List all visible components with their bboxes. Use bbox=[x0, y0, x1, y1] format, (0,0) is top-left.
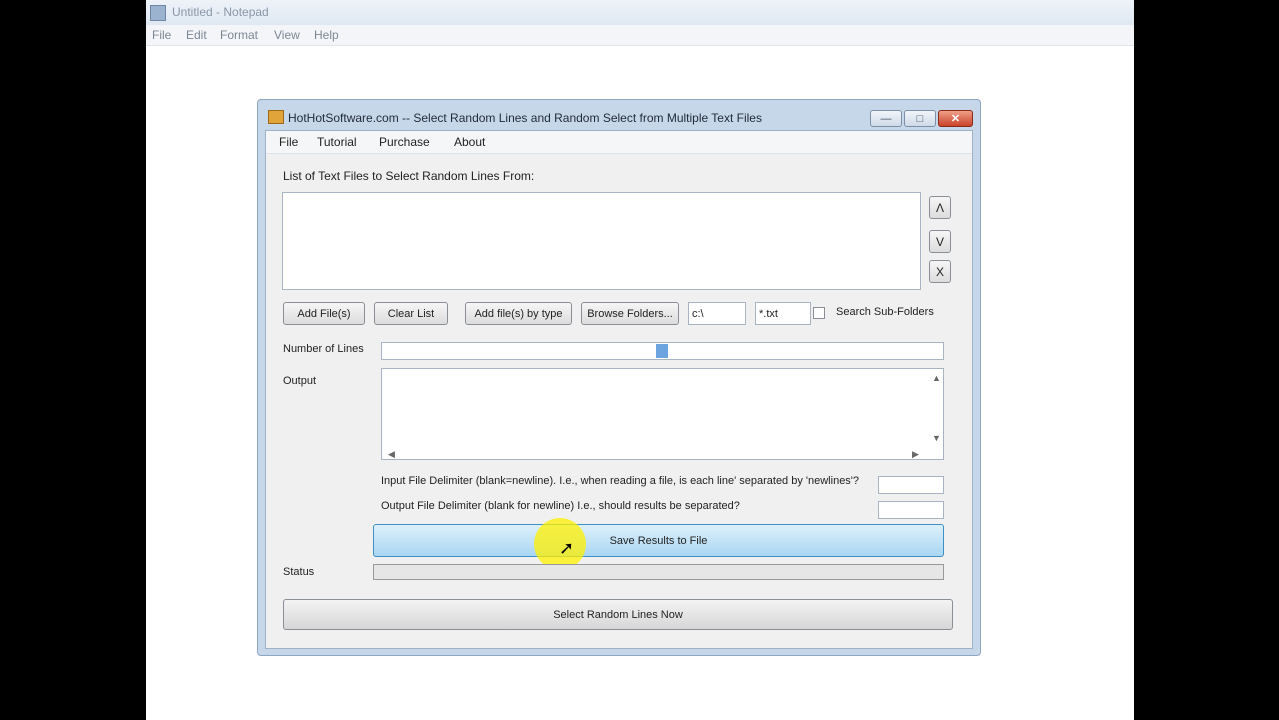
chevron-down-icon: V bbox=[935, 234, 944, 249]
notepad-title-bar: Untitled - Notepad bbox=[146, 0, 1134, 26]
notepad-menu-bar: File Edit Format View Help bbox=[146, 25, 1134, 46]
notepad-title: Untitled - Notepad bbox=[172, 5, 269, 19]
text-selection-caret bbox=[656, 344, 668, 358]
scroll-left-icon[interactable]: ◀ bbox=[388, 449, 395, 460]
remove-file-button[interactable]: X bbox=[929, 260, 951, 283]
menu-purchase[interactable]: Purchase bbox=[379, 135, 430, 149]
number-of-lines-label: Number of Lines bbox=[283, 343, 364, 355]
output-textarea[interactable]: ▲ ▼ ◀ ▶ bbox=[381, 368, 944, 460]
notepad-menu-view[interactable]: View bbox=[274, 28, 300, 42]
dialog-title: HotHotSoftware.com -- Select Random Line… bbox=[288, 111, 762, 125]
close-button[interactable]: ✕ bbox=[938, 110, 973, 127]
add-files-button[interactable]: Add File(s) bbox=[283, 302, 365, 325]
status-progress-bar bbox=[373, 564, 944, 580]
menu-about[interactable]: About bbox=[454, 135, 485, 149]
scroll-right-icon[interactable]: ▶ bbox=[912, 449, 919, 460]
search-subfolders-label: Search Sub-Folders bbox=[836, 306, 934, 318]
output-delimiter-label: Output File Delimiter (blank for newline… bbox=[381, 500, 740, 512]
status-label: Status bbox=[283, 566, 315, 578]
minimize-button[interactable]: — bbox=[870, 110, 902, 127]
input-delimiter-input[interactable] bbox=[878, 476, 944, 494]
output-label: Output bbox=[283, 375, 317, 387]
notepad-menu-format[interactable]: Format bbox=[220, 28, 258, 42]
menu-tutorial[interactable]: Tutorial bbox=[317, 135, 357, 149]
file-list[interactable] bbox=[282, 192, 921, 290]
output-delimiter-input[interactable] bbox=[878, 501, 944, 519]
chevron-up-icon: Λ bbox=[935, 200, 944, 215]
dialog-menu-bar: File Tutorial Purchase About bbox=[266, 131, 972, 154]
add-files-by-type-button[interactable]: Add file(s) by type bbox=[465, 302, 572, 325]
close-icon: X bbox=[935, 264, 944, 279]
notepad-menu-edit[interactable]: Edit bbox=[186, 28, 207, 42]
clear-list-button[interactable]: Clear List bbox=[374, 302, 448, 325]
dialog-title-bar[interactable]: HotHotSoftware.com -- Select Random Line… bbox=[258, 100, 980, 130]
save-results-button[interactable]: Save Results to File bbox=[373, 524, 944, 557]
mouse-pointer-icon: ➚ bbox=[559, 538, 575, 558]
notepad-menu-file[interactable]: File bbox=[152, 28, 171, 42]
folder-path-input[interactable] bbox=[688, 302, 746, 325]
move-down-button[interactable]: V bbox=[929, 230, 951, 253]
maximize-button[interactable]: □ bbox=[904, 110, 936, 127]
scroll-up-icon[interactable]: ▲ bbox=[932, 373, 941, 383]
app-icon bbox=[268, 110, 284, 124]
search-subfolders-checkbox[interactable] bbox=[813, 307, 825, 319]
file-mask-input[interactable] bbox=[755, 302, 811, 325]
input-delimiter-label: Input File Delimiter (blank=newline). I.… bbox=[381, 475, 860, 487]
scroll-down-icon[interactable]: ▼ bbox=[932, 433, 941, 443]
notepad-menu-help[interactable]: Help bbox=[314, 28, 339, 42]
browse-folders-button[interactable]: Browse Folders... bbox=[581, 302, 679, 325]
move-up-button[interactable]: Λ bbox=[929, 196, 951, 219]
menu-file[interactable]: File bbox=[279, 135, 298, 149]
notepad-icon bbox=[150, 5, 166, 21]
select-random-lines-button[interactable]: Select Random Lines Now bbox=[283, 599, 953, 630]
file-list-label: List of Text Files to Select Random Line… bbox=[283, 169, 535, 183]
